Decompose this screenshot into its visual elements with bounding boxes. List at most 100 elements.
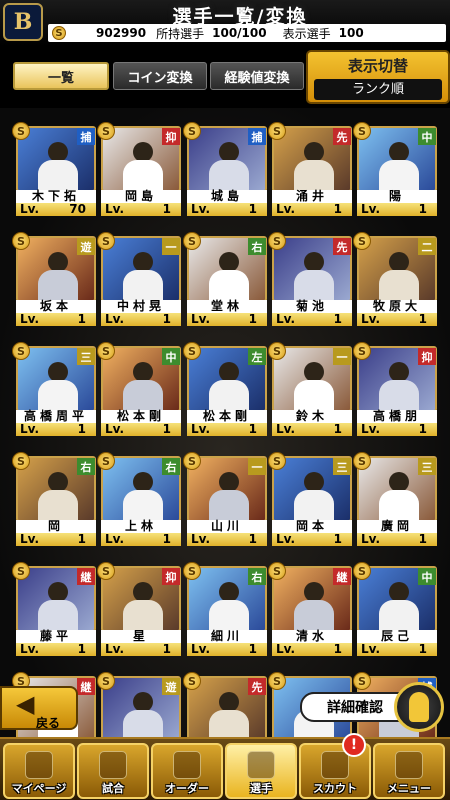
player-uniform — [379, 380, 419, 410]
tab-list[interactable]: 一覧 — [13, 62, 109, 90]
coin-icon: S — [97, 232, 115, 250]
position-badge: 抑 — [418, 348, 436, 365]
home-icon — [25, 751, 53, 779]
player-card[interactable]: S 一鈴木 Lv. 1 — [268, 336, 352, 436]
player-card[interactable]: S 一山川 Lv. 1 — [183, 446, 267, 546]
coin-icon: S — [183, 452, 201, 470]
player-head — [133, 692, 153, 712]
player-head — [48, 472, 68, 492]
level-label: Lv. — [361, 532, 381, 546]
position-badge: 先 — [333, 238, 351, 255]
tab-exp-convert[interactable]: 経験値変換 — [210, 62, 304, 90]
detail-player-icon[interactable] — [394, 682, 444, 732]
player-head — [219, 582, 239, 602]
coin-icon: S — [268, 452, 286, 470]
tab-coin-convert[interactable]: コイン変換 — [113, 62, 207, 90]
level-label: Lv. — [20, 422, 40, 436]
player-uniform — [379, 270, 419, 300]
display-switch-button[interactable]: 表示切替 ランク順 — [306, 50, 450, 104]
level-value: 1 — [77, 532, 86, 546]
back-button[interactable]: ◀ 戻る — [0, 686, 78, 730]
bottom-nav: マイページ 試合 オーダー 選手 スカウト メニュー — [0, 737, 450, 800]
player-card[interactable]: S 一中村晃 Lv. 1 — [97, 226, 181, 326]
owned-value: 100/100 — [212, 26, 267, 40]
player-head — [133, 362, 153, 382]
player-card[interactable]: S 継清水 Lv. 1 — [268, 556, 352, 656]
level-value: 70 — [69, 202, 86, 216]
level-value: 1 — [333, 642, 342, 656]
player-card[interactable]: S 遊坂本 Lv. 1 — [12, 226, 96, 326]
player-silhouette — [209, 142, 249, 190]
player-card[interactable]: S 抑星 Lv. 1 — [97, 556, 181, 656]
player-uniform — [294, 600, 334, 630]
player-head — [48, 252, 68, 272]
player-card[interactable]: S 中松本剛 Lv. 1 — [97, 336, 181, 436]
player-silhouette — [294, 582, 334, 630]
nav-mypage[interactable]: マイページ — [3, 743, 75, 799]
player-card[interactable]: S 捕城島 Lv. 1 — [183, 116, 267, 216]
coin-icon: S — [97, 122, 115, 140]
player-uniform — [294, 270, 334, 300]
level-value: 1 — [418, 312, 427, 326]
player-head — [304, 252, 324, 272]
nav-players[interactable]: 選手 — [225, 743, 297, 799]
player-card[interactable]: S 中陽 Lv. 1 — [353, 116, 437, 216]
player-head — [133, 472, 153, 492]
level-bar: Lv. 1 — [187, 423, 267, 436]
nav-menu[interactable]: メニュー — [373, 743, 445, 799]
player-silhouette — [294, 142, 334, 190]
level-label: Lv. — [20, 312, 40, 326]
player-card[interactable]: S 抑岡島 Lv. 1 — [97, 116, 181, 216]
nav-match[interactable]: 試合 — [77, 743, 149, 799]
scout-card-icon — [321, 751, 349, 779]
level-bar: Lv. 1 — [357, 203, 437, 216]
player-card[interactable]: S 三岡本 Lv. 1 — [268, 446, 352, 546]
level-bar: Lv. 1 — [272, 203, 352, 216]
level-bar: Lv. 1 — [16, 423, 96, 436]
coin-icon: S — [268, 562, 286, 580]
nav-order[interactable]: オーダー — [151, 743, 223, 799]
display-switch-title: 表示切替 — [347, 57, 408, 75]
player-card[interactable]: S 右上林 Lv. 1 — [97, 446, 181, 546]
level-bar: Lv. 1 — [16, 643, 96, 656]
player-card[interactable]: S 抑高橋朋 Lv. 1 — [353, 336, 437, 436]
player-card[interactable]: S 三廣岡 Lv. 1 — [353, 446, 437, 546]
player-silhouette — [38, 582, 78, 630]
player-card[interactable]: S 先涌井 Lv. 1 — [268, 116, 352, 216]
coin-icon: S — [97, 672, 115, 690]
player-silhouette — [123, 472, 163, 520]
player-head — [48, 582, 68, 602]
player-silhouette — [379, 362, 419, 410]
level-value: 1 — [162, 202, 171, 216]
player-uniform — [294, 160, 334, 190]
player-uniform — [38, 270, 78, 300]
player-card[interactable]: S 二牧原大 Lv. 1 — [353, 226, 437, 326]
player-card[interactable]: S 左松本剛 Lv. 1 — [183, 336, 267, 436]
position-badge: 三 — [418, 458, 436, 475]
position-badge: 抑 — [162, 128, 180, 145]
player-silhouette — [209, 472, 249, 520]
player-head — [304, 472, 324, 492]
player-card[interactable]: S 右堂林 Lv. 1 — [183, 226, 267, 326]
player-uniform — [123, 490, 163, 520]
level-value: 1 — [418, 202, 427, 216]
coin-icon: S — [97, 342, 115, 360]
level-bar: Lv. 1 — [272, 313, 352, 326]
level-value: 1 — [248, 422, 257, 436]
player-card[interactable]: S 継藤平 Lv. 1 — [12, 556, 96, 656]
player-card[interactable]: S 中辰己 Lv. 1 — [353, 556, 437, 656]
player-card[interactable]: S 捕木下拓 Lv. 70 — [12, 116, 96, 216]
player-card[interactable]: S 三高橋周平 Lv. 1 — [12, 336, 96, 436]
coin-icon: S — [183, 672, 201, 690]
position-badge: 三 — [77, 348, 95, 365]
coin-icon: S — [183, 232, 201, 250]
player-silhouette — [123, 692, 163, 740]
player-head — [304, 142, 324, 162]
player-card[interactable]: S 先菊池 Lv. 1 — [268, 226, 352, 326]
player-card[interactable]: S 右岡 Lv. 1 — [12, 446, 96, 546]
level-label: Lv. — [105, 642, 125, 656]
position-badge: 右 — [248, 238, 266, 255]
stats-bar: S 902990 所持選手 100/100 表示選手 100 — [48, 24, 446, 42]
player-card[interactable]: S 右細川 Lv. 1 — [183, 556, 267, 656]
player-silhouette — [294, 252, 334, 300]
